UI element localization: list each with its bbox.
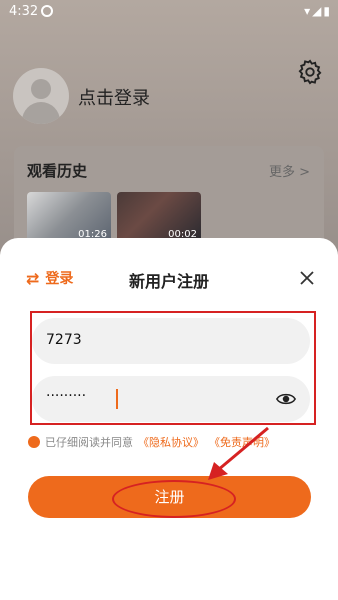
avatar-body [22, 102, 60, 124]
settings-gear-icon[interactable] [296, 58, 324, 86]
notification-icon [41, 5, 53, 17]
avatar-head [31, 79, 51, 99]
annotation-highlight-box [30, 311, 316, 425]
history-title: 观看历史 [27, 162, 88, 180]
history-thumbnail[interactable]: 01:26 [27, 192, 111, 242]
avatar[interactable] [13, 68, 69, 124]
annotation-arrow-icon [208, 426, 269, 480]
agree-text: 已仔细阅读并同意 [45, 436, 133, 449]
history-more-link[interactable]: 更多 > [269, 161, 310, 180]
status-bar: 4:32 ▾◢▮ [0, 0, 338, 24]
privacy-link[interactable]: 《隐私协议》 [138, 434, 204, 450]
sheet-title: 新用户注册 [128, 272, 209, 291]
history-thumbnail[interactable]: 00:02 [117, 192, 201, 242]
status-time: 4:32 [9, 4, 39, 19]
agree-checkbox-icon[interactable] [28, 436, 40, 448]
login-prompt[interactable]: 点击登录 [78, 84, 150, 110]
signal-battery-icons: ▾◢▮ [304, 4, 332, 18]
close-icon[interactable] [297, 268, 317, 288]
